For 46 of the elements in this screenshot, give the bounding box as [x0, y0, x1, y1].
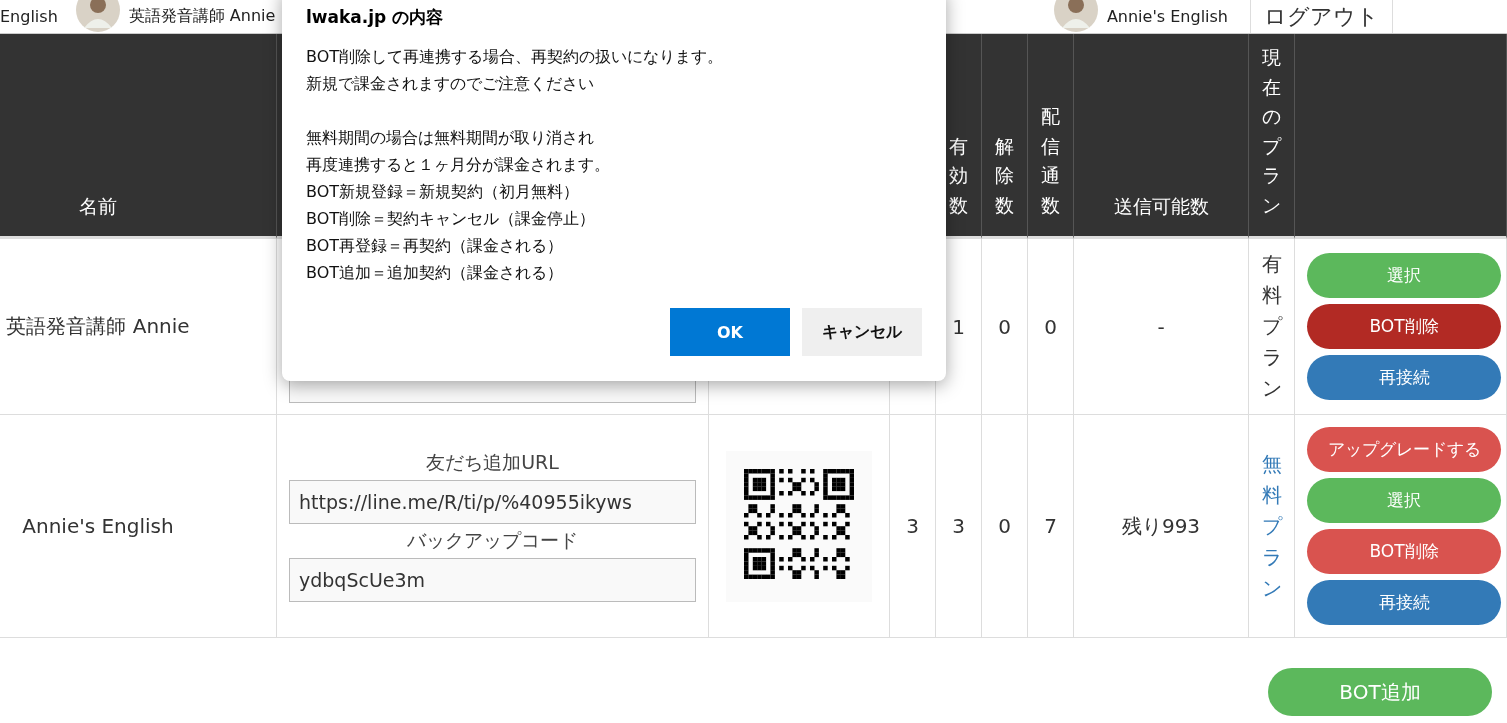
field-label: バックアップコード: [407, 528, 578, 553]
input-field[interactable]: https://line.me/R/ti/p/%40955ikyws: [289, 480, 696, 524]
dialog-message: 再度連携すると１ヶ月分が課金されます。: [306, 154, 610, 176]
dialog-button[interactable]: キャンセル: [802, 308, 922, 356]
plan-label: 有料プラン: [1261, 251, 1282, 402]
input-field[interactable]: ydbqScUe3m: [289, 558, 696, 602]
action-button[interactable]: BOT削除: [1307, 304, 1501, 349]
action-button[interactable]: BOT削除: [1307, 529, 1501, 574]
plan-link[interactable]: 無料プラン: [1261, 448, 1282, 604]
table-cell: 英語発音講師 Annie: [6, 313, 190, 340]
table-cell: 0: [998, 314, 1011, 339]
account-name[interactable]: Annie's English: [1106, 7, 1228, 26]
account-name[interactable]: 英語発音講師 Annie: [128, 6, 276, 27]
action-button[interactable]: 選択: [1307, 478, 1501, 523]
table-cell: Annie's English: [22, 514, 174, 538]
dialog-message: BOT新規登録＝新規契約（初月無料）: [306, 181, 580, 203]
column-header: 有効数: [949, 133, 968, 218]
dialog-message: 新規で課金されますのでご注意ください: [306, 73, 594, 95]
dialog-message: BOT削除して再連携する場合、再契約の扱いになります。: [306, 46, 724, 68]
add-bot-button[interactable]: BOT追加: [1268, 668, 1492, 716]
table-cell: 0: [998, 514, 1011, 538]
column-header: 配信通数: [1041, 104, 1060, 218]
action-button[interactable]: 再接続: [1307, 355, 1501, 400]
dialog-message: BOT削除＝契約キャンセル（課金停止）: [306, 208, 596, 230]
dialog-button[interactable]: OK: [670, 308, 790, 356]
action-button[interactable]: 再接続: [1307, 580, 1501, 625]
column-header: 送信可能数: [1113, 194, 1209, 219]
dialog-title: lwaka.jp の内容: [306, 6, 445, 29]
action-button[interactable]: 選択: [1307, 253, 1501, 298]
table-cell: 残り993: [1121, 512, 1201, 540]
column-header: 名前: [79, 194, 117, 219]
table-cell: 3: [906, 514, 919, 538]
action-button[interactable]: アップグレードする: [1307, 427, 1501, 472]
dialog-message: BOT追加＝追加契約（課金される）: [306, 262, 564, 284]
column-header: 現在のプラン: [1262, 45, 1281, 218]
table-cell: 7: [1044, 514, 1057, 538]
logout-button[interactable]: ログアウト: [1250, 0, 1393, 33]
table-cell: 0: [1044, 314, 1057, 339]
table-cell: 1: [952, 314, 965, 339]
account-name[interactable]: English: [0, 7, 58, 26]
column-header: 解除数: [995, 133, 1014, 218]
dialog-message: 無料期間の場合は無料期間が取り消され: [306, 127, 594, 149]
table-cell: 3: [952, 514, 965, 538]
field-label: 友だち追加URL: [426, 450, 559, 475]
table-cell: -: [1157, 314, 1165, 339]
dialog-message: BOT再登録＝再契約（課金される）: [306, 235, 564, 257]
